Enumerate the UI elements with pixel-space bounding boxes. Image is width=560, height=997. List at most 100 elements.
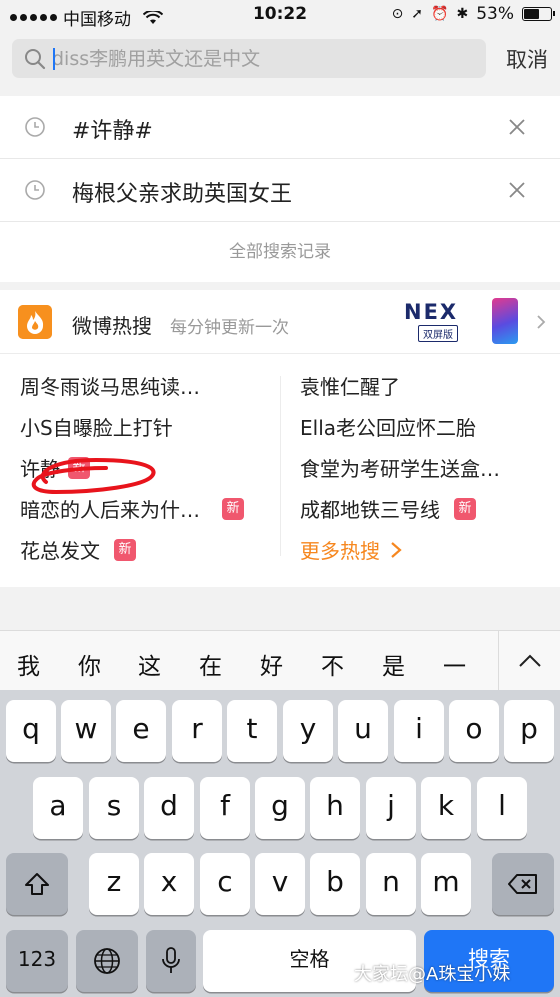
hot-search-text: 周冬雨谈马思纯读… <box>20 375 200 399</box>
search-box[interactable] <box>12 39 486 78</box>
history-item-label: 梅根父亲求助英国女王 <box>72 182 293 207</box>
key-r[interactable]: r <box>172 700 222 762</box>
shift-key[interactable] <box>6 853 68 915</box>
key-v[interactable]: v <box>255 853 305 915</box>
globe-key[interactable] <box>76 930 138 992</box>
key-n[interactable]: n <box>366 853 416 915</box>
rotation-lock-icon: ⊙ <box>391 6 404 22</box>
microphone-icon <box>162 947 180 973</box>
new-badge: 新 <box>114 538 136 561</box>
globe-icon <box>94 948 120 974</box>
hot-search-item[interactable]: 花总发文 新 <box>20 529 270 570</box>
candidate-word[interactable]: 是 <box>382 647 405 681</box>
ad-banner[interactable]: NEX 双屏版 <box>404 298 522 346</box>
close-icon[interactable] <box>508 181 526 199</box>
battery-icon <box>522 7 555 21</box>
key-t[interactable]: t <box>227 700 277 762</box>
column-divider <box>280 376 281 556</box>
candidate-word[interactable]: 你 <box>78 647 101 681</box>
key-g[interactable]: g <box>255 777 305 839</box>
key-o[interactable]: o <box>449 700 499 762</box>
fire-icon <box>18 305 52 339</box>
watermark: 大家坛@A珠宝小妹 <box>354 964 511 985</box>
all-history-link[interactable]: 全部搜索记录 <box>0 222 560 282</box>
more-hot-search-link[interactable]: 更多热搜 <box>300 529 550 570</box>
key-z[interactable]: z <box>89 853 139 915</box>
red-circle-annotation <box>31 457 156 495</box>
key-s[interactable]: s <box>89 777 139 839</box>
candidate-word[interactable]: 好 <box>260 647 283 681</box>
battery-percent: 53% <box>476 4 514 24</box>
clock-icon <box>25 180 45 200</box>
hot-search-text: 成都地铁三号线 <box>300 498 440 522</box>
key-f[interactable]: f <box>200 777 250 839</box>
hot-search-text: 小S自曝脸上打针 <box>20 416 173 440</box>
hot-search-text: 花总发文 <box>20 539 100 563</box>
candidate-word[interactable]: 不 <box>321 647 344 681</box>
hot-search-item[interactable]: 周冬雨谈马思纯读… 热 <box>20 365 270 677</box>
key-i[interactable]: i <box>394 700 444 762</box>
key-x[interactable]: x <box>144 853 194 915</box>
key-q[interactable]: q <box>6 700 56 762</box>
key-e[interactable]: e <box>116 700 166 762</box>
hot-search-header[interactable]: 微博热搜 每分钟更新一次 NEX 双屏版 <box>0 290 560 354</box>
hot-search-title: 微博热搜 <box>72 314 152 338</box>
history-item[interactable]: #许静# <box>0 96 560 159</box>
hot-search-text: 食堂为考研学生送盒… <box>300 457 500 481</box>
expand-candidates-button[interactable] <box>498 631 560 691</box>
text-cursor <box>53 48 55 70</box>
candidate-word[interactable]: 在 <box>199 647 222 681</box>
search-history: #许静# 梅根父亲求助英国女王 全部搜索记录 <box>0 96 560 282</box>
chevron-right-icon <box>391 541 402 558</box>
new-badge: 新 <box>222 497 244 520</box>
more-hot-search-label: 更多热搜 <box>300 539 380 563</box>
delete-key[interactable] <box>492 853 554 915</box>
candidate-word[interactable]: 一 <box>443 647 466 681</box>
hot-search-text: 袁惟仁醒了 <box>300 375 400 399</box>
close-icon[interactable] <box>508 118 526 136</box>
candidate-word[interactable]: 我 <box>17 647 40 681</box>
search-input[interactable] <box>52 39 472 78</box>
shift-icon <box>25 873 49 895</box>
hot-search-panel: 微博热搜 每分钟更新一次 NEX 双屏版 周冬雨谈马思纯读… 热 小S自曝脸上打… <box>0 290 560 677</box>
hot-search-item[interactable]: 袁惟仁醒了 热 <box>300 365 550 677</box>
chevron-right-icon[interactable] <box>536 314 546 330</box>
key-p[interactable]: p <box>504 700 554 762</box>
candidate-word[interactable]: 这 <box>138 647 161 681</box>
key-l[interactable]: l <box>477 777 527 839</box>
key-d[interactable]: d <box>144 777 194 839</box>
key-w[interactable]: w <box>61 700 111 762</box>
key-j[interactable]: j <box>366 777 416 839</box>
hot-search-right-column: 袁惟仁醒了 热 Ella老公回应怀二胎 食堂为考研学生送盒… 成都地铁三号线 新… <box>300 365 550 677</box>
key-k[interactable]: k <box>421 777 471 839</box>
key-u[interactable]: u <box>338 700 388 762</box>
hot-search-text: Ella老公回应怀二胎 <box>300 416 477 440</box>
search-icon <box>25 49 46 70</box>
cancel-button[interactable]: 取消 <box>506 44 548 74</box>
ime-candidate-bar: 我 你 这 在 好 不 是 一 <box>0 630 560 691</box>
search-row: 取消 <box>0 30 560 88</box>
key-b[interactable]: b <box>310 853 360 915</box>
new-badge: 新 <box>454 497 476 520</box>
ad-brand: NEX <box>404 300 459 324</box>
history-item[interactable]: 梅根父亲求助英国女王 <box>0 159 560 222</box>
keyboard: q w e r t y u i o p a s d f g h j k l z … <box>0 690 560 997</box>
key-h[interactable]: h <box>310 777 360 839</box>
clock-icon <box>25 117 45 137</box>
hot-search-item[interactable]: 小S自曝脸上打针 热 <box>20 406 270 677</box>
numbers-key[interactable]: 123 <box>6 930 68 992</box>
key-y[interactable]: y <box>283 700 333 762</box>
hot-search-item[interactable]: Ella老公回应怀二胎 <box>300 406 550 447</box>
key-a[interactable]: a <box>33 777 83 839</box>
bluetooth-icon: ✱ <box>456 6 469 22</box>
phone-image <box>492 298 518 344</box>
history-item-label: #许静# <box>72 119 153 144</box>
hot-search-item[interactable]: 成都地铁三号线 新 <box>300 488 550 529</box>
key-m[interactable]: m <box>421 853 471 915</box>
dictation-key[interactable] <box>146 930 196 992</box>
hot-search-item[interactable]: 食堂为考研学生送盒… <box>300 447 550 488</box>
chevron-up-icon <box>519 654 541 667</box>
key-c[interactable]: c <box>200 853 250 915</box>
ad-tag: 双屏版 <box>418 325 458 342</box>
backspace-icon <box>508 874 537 894</box>
